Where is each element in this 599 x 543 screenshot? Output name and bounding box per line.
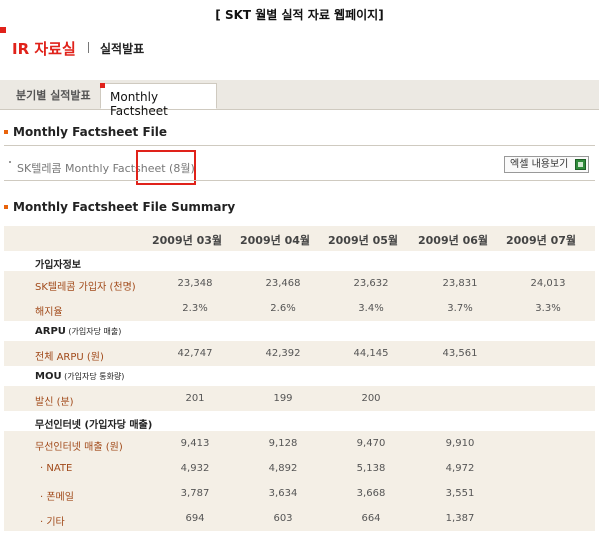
row-label: SK텔레콤 가입자 (천명) xyxy=(35,282,136,293)
table-cell: 42,747 xyxy=(177,348,213,359)
table-cell: 199 xyxy=(273,393,293,404)
excel-view-button-label: 엑셀 내용보기 xyxy=(510,159,569,170)
table-category-row: 가입자정보 xyxy=(4,251,595,271)
table-cell: 694 xyxy=(185,513,205,524)
table-category-row: ARPU (가입자당 매출) xyxy=(4,321,595,341)
table-row: 발신 (분) 201 199 200 xyxy=(4,386,595,411)
table-row: 해지율 2.3% 2.6% 3.4% 3.7% 3.3% xyxy=(4,296,595,321)
table-cell: 42,392 xyxy=(265,348,301,359)
tab-active-mark xyxy=(100,83,105,88)
table-cell: 664 xyxy=(361,513,381,524)
table-cell: 9,413 xyxy=(180,438,210,449)
table-cell: 9,128 xyxy=(268,438,298,449)
row-label: · 폰메일 xyxy=(40,492,74,503)
table-cell: 5,138 xyxy=(356,463,386,474)
category-label: 무선인터넷 (가입자당 매출) xyxy=(35,420,153,431)
file-section-heading-text: Monthly Factsheet File xyxy=(13,125,168,139)
row-label: 전체 ARPU (원) xyxy=(35,352,104,363)
column-header: 2009년 04월 xyxy=(240,234,310,247)
table-cell: 200 xyxy=(361,393,381,404)
table-cell: 9,470 xyxy=(356,438,386,449)
table-category-row: 무선인터넷 (가입자당 매출) xyxy=(4,411,595,431)
excel-icon xyxy=(575,159,586,170)
column-header: 2009년 06월 xyxy=(418,234,488,247)
bullet-icon xyxy=(4,204,8,209)
table-cell: 2.3% xyxy=(182,303,208,314)
tab-quarterly[interactable]: 분기별 실적발표 xyxy=(16,87,91,103)
list-bullet-icon xyxy=(9,161,11,163)
excel-view-button[interactable]: 엑셀 내용보기 xyxy=(504,156,589,173)
table-cell: 44,145 xyxy=(353,348,389,359)
table-cell: 23,348 xyxy=(177,278,213,289)
table-category-row: MOU (가입자당 통화량) xyxy=(4,366,595,386)
table-row: SK텔레콤 가입자 (천명) 23,348 23,468 23,632 23,831 24… xyxy=(4,271,595,296)
table-cell: 24,013 xyxy=(530,278,566,289)
category-label: 가입자정보 xyxy=(35,260,81,271)
table-row: · 폰메일 3,787 3,634 3,668 3,551 xyxy=(4,481,595,506)
column-header: 2009년 05월 xyxy=(328,234,398,247)
table-cell: 23,831 xyxy=(442,278,478,289)
row-label: 발신 (분) xyxy=(35,397,74,408)
table-cell: 3,787 xyxy=(180,488,210,499)
table-cell: 603 xyxy=(273,513,293,524)
table-row: · 기타 694 603 664 1,387 xyxy=(4,506,595,531)
table-header-row: 2009년 03월 2009년 04월 2009년 05월 2009년 06월 2009… xyxy=(4,226,595,251)
table-cell: 23,468 xyxy=(265,278,301,289)
table-cell: 2.6% xyxy=(270,303,296,314)
tab-monthly-factsheet-label: Monthly Factsheet xyxy=(110,90,168,118)
tab-bar: 분기별 실적발표 Monthly Factsheet xyxy=(0,80,599,118)
row-label: · 기타 xyxy=(40,517,65,528)
table-row: · NATE 4,932 4,892 5,138 4,972 xyxy=(4,456,595,481)
table-row: 전체 ARPU (원) 42,747 42,392 44,145 43,561 xyxy=(4,341,595,366)
table-cell: 3.4% xyxy=(358,303,384,314)
page-caption: [ SKT 월별 실적 자료 웹페이지] xyxy=(215,8,384,22)
table-cell: 4,892 xyxy=(268,463,298,474)
page-title: IR 자료실 xyxy=(12,40,76,58)
bullet-icon xyxy=(4,129,8,134)
table-cell: 9,910 xyxy=(445,438,475,449)
category-label: ARPU (가입자당 매출) xyxy=(35,326,122,337)
tab-monthly-factsheet[interactable]: Monthly Factsheet xyxy=(100,83,217,118)
table-cell: 3.7% xyxy=(447,303,473,314)
title-divider xyxy=(88,42,89,53)
table-cell: 23,632 xyxy=(353,278,389,289)
table-cell: 201 xyxy=(185,393,205,404)
table-cell: 1,387 xyxy=(445,513,475,524)
category-label: MOU (가입자당 통화량) xyxy=(35,371,125,382)
column-header: 2009년 03월 xyxy=(152,234,222,247)
ir-corner-mark xyxy=(0,27,6,33)
table-cell: 3,668 xyxy=(356,488,386,499)
table-cell: 4,972 xyxy=(445,463,475,474)
table-cell: 4,932 xyxy=(180,463,210,474)
summary-section-heading: Monthly Factsheet File Summary xyxy=(4,200,235,214)
column-header: 2009년 07월 xyxy=(506,234,576,247)
table-cell: 3,634 xyxy=(268,488,298,499)
file-section-heading: Monthly Factsheet File xyxy=(4,125,167,139)
page-subtitle: 실적발표 xyxy=(100,42,145,56)
divider xyxy=(4,180,595,181)
row-label: · NATE xyxy=(40,463,73,474)
row-label: 무선인터넷 매출 (원) xyxy=(35,442,123,453)
summary-section-heading-text: Monthly Factsheet File Summary xyxy=(13,200,236,214)
table-cell: 3,551 xyxy=(445,488,475,499)
divider xyxy=(4,145,595,146)
table-row: 무선인터넷 매출 (원) 9,413 9,128 9,470 9,910 xyxy=(4,431,595,456)
table-cell: 3.3% xyxy=(535,303,561,314)
row-label: 해지율 xyxy=(35,307,63,318)
table-cell: 43,561 xyxy=(442,348,478,359)
